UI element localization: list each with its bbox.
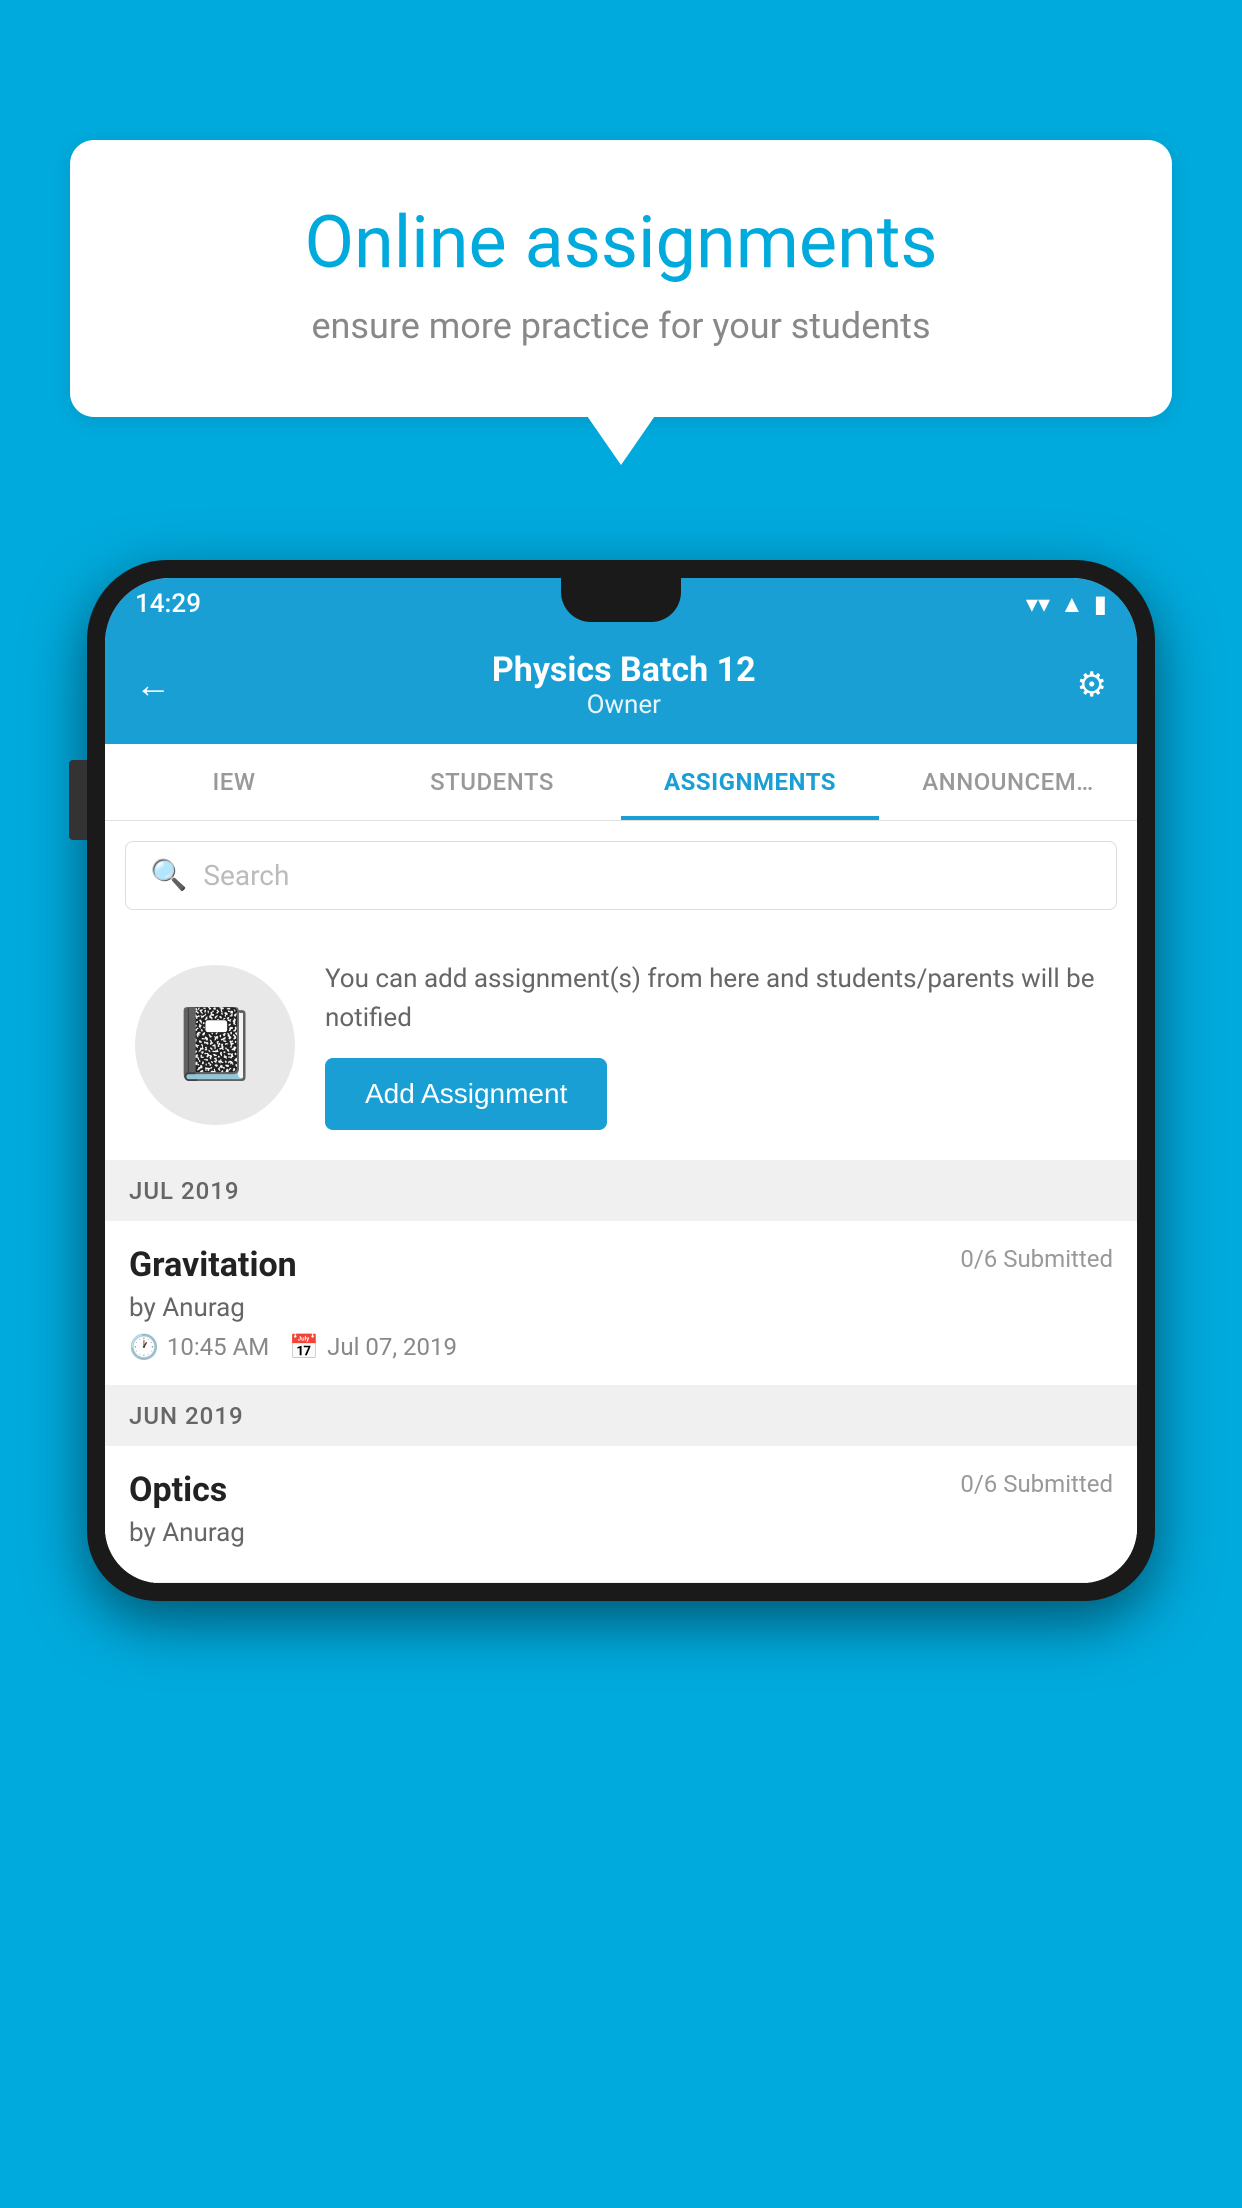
tab-assignments[interactable]: ASSIGNMENTS (621, 744, 879, 820)
header-subtitle: Owner (492, 690, 756, 720)
calendar-icon: 📅 (289, 1333, 319, 1361)
assignment-top-optics: Optics 0/6 Submitted (129, 1470, 1113, 1510)
notebook-icon: 📓 (171, 1004, 258, 1086)
bubble-subtitle: ensure more practice for your students (130, 305, 1112, 347)
tab-announcements[interactable]: ANNOUNCEM… (879, 744, 1137, 820)
content-area: 🔍 Search 📓 You can add assignment(s) fro… (105, 821, 1137, 1583)
clock-icon: 🕐 (129, 1333, 159, 1361)
assignment-submitted-optics: 0/6 Submitted (960, 1470, 1113, 1498)
section-jun-2019: JUN 2019 (105, 1386, 1137, 1446)
assignment-meta-gravitation: 🕐 10:45 AM 📅 Jul 07, 2019 (129, 1333, 1113, 1361)
assignment-optics[interactable]: Optics 0/6 Submitted by Anurag (105, 1446, 1137, 1583)
promo-icon-circle: 📓 (135, 965, 295, 1125)
assignment-date-gravitation: 📅 Jul 07, 2019 (289, 1333, 457, 1361)
speech-bubble: Online assignments ensure more practice … (70, 140, 1172, 417)
phone-outer: 14:29 ▾▾ ▲ ▮ ← Physics Batch 12 Owner ⚙ … (87, 560, 1155, 1601)
assignment-name-optics: Optics (129, 1470, 227, 1510)
tab-iew[interactable]: IEW (105, 744, 363, 820)
wifi-icon: ▾▾ (1026, 590, 1050, 618)
search-bar[interactable]: 🔍 Search (125, 841, 1117, 910)
search-placeholder: Search (203, 859, 289, 892)
header-center: Physics Batch 12 Owner (492, 650, 756, 720)
bubble-title: Online assignments (130, 200, 1112, 285)
header-title: Physics Batch 12 (492, 650, 756, 690)
section-jul-2019: JUL 2019 (105, 1161, 1137, 1221)
phone-container: 14:29 ▾▾ ▲ ▮ ← Physics Batch 12 Owner ⚙ … (87, 560, 1155, 2208)
notch (561, 578, 681, 622)
add-assignment-button[interactable]: Add Assignment (325, 1058, 607, 1130)
assignment-time-gravitation: 🕐 10:45 AM (129, 1333, 269, 1361)
assignment-top: Gravitation 0/6 Submitted (129, 1245, 1113, 1285)
tabs-bar: IEW STUDENTS ASSIGNMENTS ANNOUNCEM… (105, 744, 1137, 821)
battery-icon: ▮ (1094, 590, 1107, 618)
status-icons: ▾▾ ▲ ▮ (1026, 590, 1107, 619)
assignment-submitted-gravitation: 0/6 Submitted (960, 1245, 1113, 1273)
signal-icon: ▲ (1060, 590, 1084, 619)
settings-icon[interactable]: ⚙ (1077, 665, 1107, 705)
promo-text: You can add assignment(s) from here and … (325, 960, 1107, 1038)
back-button[interactable]: ← (135, 664, 171, 706)
search-icon: 🔍 (150, 858, 187, 893)
assignment-by-optics: by Anurag (129, 1518, 1113, 1548)
assignment-by-gravitation: by Anurag (129, 1293, 1113, 1323)
app-header: ← Physics Batch 12 Owner ⚙ (105, 630, 1137, 744)
assignment-time-text: 10:45 AM (167, 1333, 269, 1361)
promo-section: 📓 You can add assignment(s) from here an… (105, 930, 1137, 1161)
section-jun-label: JUN 2019 (129, 1402, 244, 1430)
status-time: 14:29 (135, 589, 201, 619)
search-container: 🔍 Search (105, 821, 1137, 930)
assignment-date-text: Jul 07, 2019 (327, 1333, 457, 1361)
assignment-name-gravitation: Gravitation (129, 1245, 297, 1285)
status-bar: 14:29 ▾▾ ▲ ▮ (105, 578, 1137, 630)
phone-screen: 14:29 ▾▾ ▲ ▮ ← Physics Batch 12 Owner ⚙ … (105, 578, 1137, 1583)
assignment-gravitation[interactable]: Gravitation 0/6 Submitted by Anurag 🕐 10… (105, 1221, 1137, 1386)
section-jul-label: JUL 2019 (129, 1177, 240, 1205)
promo-content: You can add assignment(s) from here and … (325, 960, 1107, 1130)
speech-bubble-area: Online assignments ensure more practice … (70, 140, 1172, 417)
tab-students[interactable]: STUDENTS (363, 744, 621, 820)
